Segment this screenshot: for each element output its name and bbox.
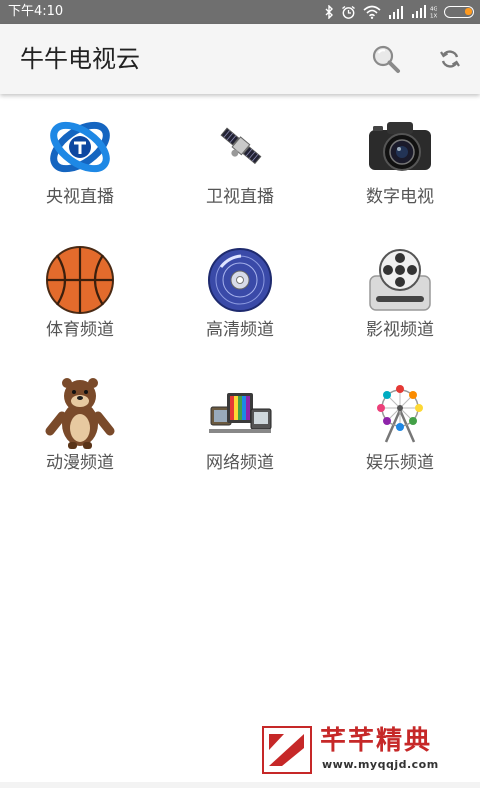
network-label-4g: 4G bbox=[430, 7, 437, 13]
grid-item-label: 动漫频道 bbox=[46, 453, 114, 473]
status-time: 下午4:10 bbox=[8, 4, 64, 19]
grid-item-satellite-live[interactable]: 卫视直播 bbox=[160, 104, 320, 214]
search-icon bbox=[372, 45, 400, 73]
basketball-icon bbox=[46, 246, 114, 314]
cartoon-bear-icon bbox=[45, 378, 115, 449]
status-bar: 下午4:10 4G 1X bbox=[0, 0, 480, 24]
grid-item-online[interactable]: 网络频道 bbox=[160, 370, 320, 480]
watermark: 芊芊精典 www.myqqjd.com bbox=[262, 726, 462, 776]
grid-item-label: 体育频道 bbox=[46, 320, 114, 340]
disc-icon bbox=[208, 248, 272, 312]
grid-item-label: 卫视直播 bbox=[206, 187, 274, 207]
signal-icon: 4G 1X bbox=[412, 5, 437, 20]
grid-item-label: 娱乐频道 bbox=[366, 453, 434, 473]
watermark-logo bbox=[262, 726, 312, 774]
tv-sets-icon bbox=[209, 393, 272, 433]
refresh-button[interactable] bbox=[432, 41, 468, 77]
footer-divider bbox=[0, 782, 480, 788]
signal-icon bbox=[389, 5, 403, 19]
watermark-url: www.myqqjd.com bbox=[322, 758, 439, 771]
search-button[interactable] bbox=[368, 41, 404, 77]
alarm-icon bbox=[342, 5, 355, 19]
watermark-title: 芊芊精典 bbox=[320, 726, 433, 756]
grid-item-label: 影视频道 bbox=[366, 320, 434, 340]
grid-item-hd[interactable]: 高清频道 bbox=[160, 237, 320, 347]
grid-item-label: 网络频道 bbox=[206, 453, 274, 473]
status-icons: 4G 1X bbox=[324, 4, 474, 20]
wifi-icon bbox=[363, 5, 381, 19]
app-title: 牛牛电视云 bbox=[20, 45, 140, 73]
film-reel-icon bbox=[369, 249, 431, 311]
grid-item-movies[interactable]: 影视频道 bbox=[320, 237, 480, 347]
refresh-icon bbox=[440, 50, 460, 68]
satellite-icon bbox=[220, 127, 262, 165]
grid-item-sports[interactable]: 体育频道 bbox=[0, 237, 160, 347]
grid-item-cctv-live[interactable]: 央视直播 bbox=[0, 104, 160, 214]
app-bar: 牛牛电视云 bbox=[0, 24, 480, 94]
camera-icon bbox=[369, 122, 431, 171]
ferris-wheel-icon bbox=[377, 385, 423, 443]
network-label-1x: 1X bbox=[430, 14, 437, 20]
grid-item-label: 数字电视 bbox=[366, 187, 434, 207]
grid-item-label: 央视直播 bbox=[46, 187, 114, 207]
battery-level bbox=[465, 8, 472, 15]
cctv-logo-icon bbox=[50, 121, 110, 173]
grid-item-anime[interactable]: 动漫频道 bbox=[0, 370, 160, 480]
battery-icon bbox=[444, 6, 474, 18]
grid-item-entertainment[interactable]: 娱乐频道 bbox=[320, 370, 480, 480]
grid-item-label: 高清频道 bbox=[206, 320, 274, 340]
grid-item-digital-tv[interactable]: 数字电视 bbox=[320, 104, 480, 214]
bluetooth-icon bbox=[325, 5, 333, 19]
